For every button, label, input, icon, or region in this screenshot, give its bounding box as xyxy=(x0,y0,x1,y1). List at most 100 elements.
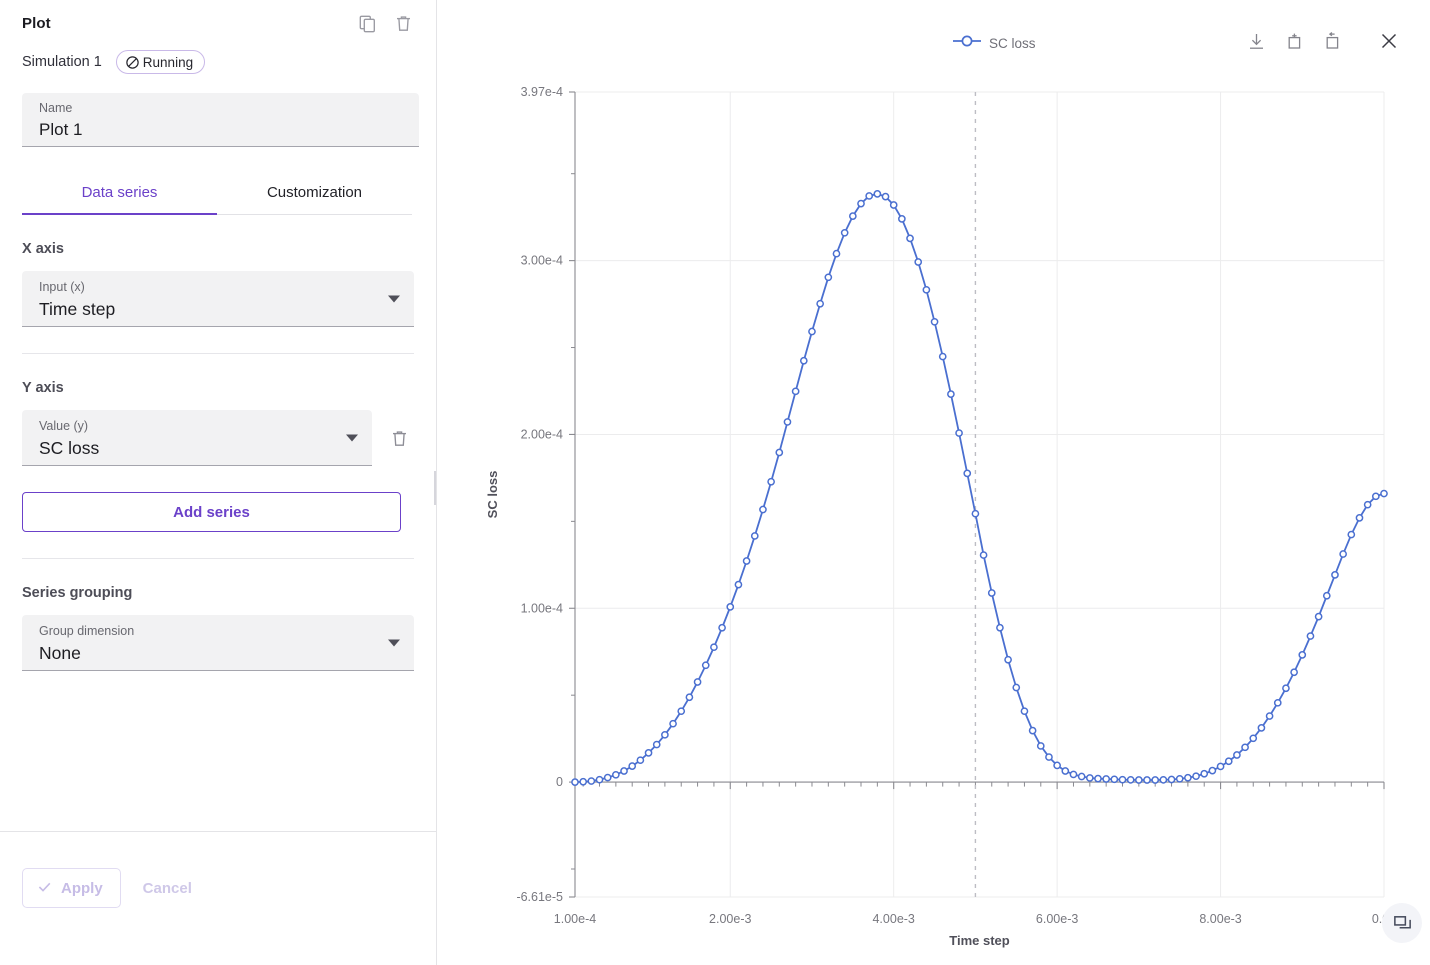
series-point xyxy=(963,469,972,478)
series-point xyxy=(636,756,645,765)
series-point xyxy=(693,678,702,686)
x-axis-input-select[interactable]: Input (x) Time step xyxy=(22,271,414,327)
series-point xyxy=(881,192,890,201)
plot-name-label: Name xyxy=(39,101,73,115)
series-point xyxy=(750,532,759,540)
add-series-button[interactable]: Add series xyxy=(22,492,401,532)
series-point xyxy=(677,707,686,716)
series-point xyxy=(571,778,579,786)
delete-series-icon[interactable] xyxy=(384,423,414,453)
group-dimension-select[interactable]: Group dimension None xyxy=(22,615,414,671)
panel-footer: Apply Cancel xyxy=(0,831,437,965)
series-point xyxy=(1077,772,1086,781)
series-point xyxy=(628,762,637,770)
series-point xyxy=(1249,734,1258,743)
series-point xyxy=(1282,684,1290,693)
y-tick-label: -6.61e-5 xyxy=(516,890,563,904)
apply-button-label: Apply xyxy=(61,879,103,897)
series-point xyxy=(1380,489,1388,498)
plot-settings-panel: Plot Simulation 1 Running Name Plot 1 Da… xyxy=(0,0,440,965)
series-point xyxy=(620,767,628,775)
series-point xyxy=(816,299,825,308)
series-point xyxy=(1012,683,1021,692)
chat-icon[interactable] xyxy=(1382,903,1422,943)
y-tick-label: 3.97e-4 xyxy=(521,85,563,99)
series-grouping-title: Series grouping xyxy=(22,585,133,601)
series-point xyxy=(1363,500,1372,509)
series-point xyxy=(840,228,849,237)
duplicate-icon[interactable] xyxy=(356,12,378,34)
x-tick-label: 1.00e-4 xyxy=(554,912,596,926)
series-point xyxy=(1314,612,1323,621)
series-point xyxy=(938,352,947,361)
series-point xyxy=(1028,726,1037,735)
tab-customization[interactable]: Customization xyxy=(217,173,412,214)
check-icon xyxy=(36,878,53,899)
series-point xyxy=(930,317,939,326)
series-point xyxy=(1347,530,1356,539)
y-tick-label: 2.00e-4 xyxy=(521,427,563,441)
series-point xyxy=(1151,776,1160,784)
group-dimension-value: None xyxy=(39,643,81,663)
series-point xyxy=(1306,632,1315,640)
series-point xyxy=(1085,774,1094,782)
chart-area: SC loss 3.97e-4 3.00e-4 2.00e-4 1.00e-4 … xyxy=(437,0,1430,965)
series-point xyxy=(669,719,677,728)
series-point xyxy=(1322,591,1331,600)
series-point xyxy=(1110,775,1119,784)
plot-editor-window: Plot Simulation 1 Running Name Plot 1 Da… xyxy=(0,0,1430,965)
x-tick-label: 4.00e-3 xyxy=(872,912,914,926)
x-axis-title: X axis xyxy=(22,241,64,257)
prohibited-icon xyxy=(125,55,140,70)
y-axis-value-value: SC loss xyxy=(39,438,100,458)
page-title: Plot xyxy=(22,14,51,32)
series-point xyxy=(1331,571,1339,579)
simulation-row: Simulation 1 Running xyxy=(22,50,414,74)
y-axis-title: Y axis xyxy=(22,380,64,396)
series-point xyxy=(1159,775,1168,784)
series-point xyxy=(1020,707,1029,716)
series-point xyxy=(1143,776,1151,784)
y-axis-value-label: Value (y) xyxy=(39,419,89,433)
series-point xyxy=(587,777,596,785)
x-axis-section: X axis Input (x) Time step xyxy=(0,215,436,327)
series-point xyxy=(947,390,955,398)
series-point xyxy=(1265,712,1274,720)
status-badge: Running xyxy=(115,50,206,74)
tab-active-indicator xyxy=(22,212,217,215)
series-point xyxy=(1200,769,1209,778)
series-point xyxy=(726,603,735,611)
x-tick-label: 6.00e-3 xyxy=(1036,912,1078,926)
x-axis-input-value: Time step xyxy=(39,299,116,319)
series-point xyxy=(775,448,784,457)
series-point xyxy=(955,429,963,437)
series-point xyxy=(612,770,620,779)
series-point xyxy=(979,551,988,559)
trash-icon[interactable] xyxy=(392,12,414,34)
series-point xyxy=(742,557,751,565)
series-point xyxy=(759,505,767,514)
y-axis-section: Y axis Value (y) SC loss xyxy=(0,354,436,466)
plot-name-field[interactable]: Name Plot 1 xyxy=(22,93,419,147)
series-point xyxy=(1257,724,1266,732)
series-point xyxy=(832,249,841,258)
series-point xyxy=(996,623,1004,632)
series-point xyxy=(1175,774,1184,783)
series-point xyxy=(1241,743,1249,752)
series-point xyxy=(808,327,816,336)
apply-button[interactable]: Apply xyxy=(22,868,121,908)
cancel-button[interactable]: Cancel xyxy=(127,868,208,908)
series-point xyxy=(1126,775,1135,784)
series-point xyxy=(1371,492,1380,501)
series-point xyxy=(971,509,980,518)
series-point xyxy=(710,643,718,652)
tab-data-series[interactable]: Data series xyxy=(22,173,217,214)
y-tick-label: 0 xyxy=(556,775,563,789)
series-point xyxy=(767,477,775,486)
series-point xyxy=(1167,775,1176,784)
series-point xyxy=(1069,770,1078,779)
series-point xyxy=(1118,775,1127,784)
y-axis-value-select[interactable]: Value (y) SC loss xyxy=(22,410,372,466)
chart-plot[interactable]: 3.97e-4 3.00e-4 2.00e-4 1.00e-4 0 -6.61e-5 1.0… xyxy=(437,0,1430,965)
series-grouping-section: Series grouping Group dimension None xyxy=(0,559,436,671)
